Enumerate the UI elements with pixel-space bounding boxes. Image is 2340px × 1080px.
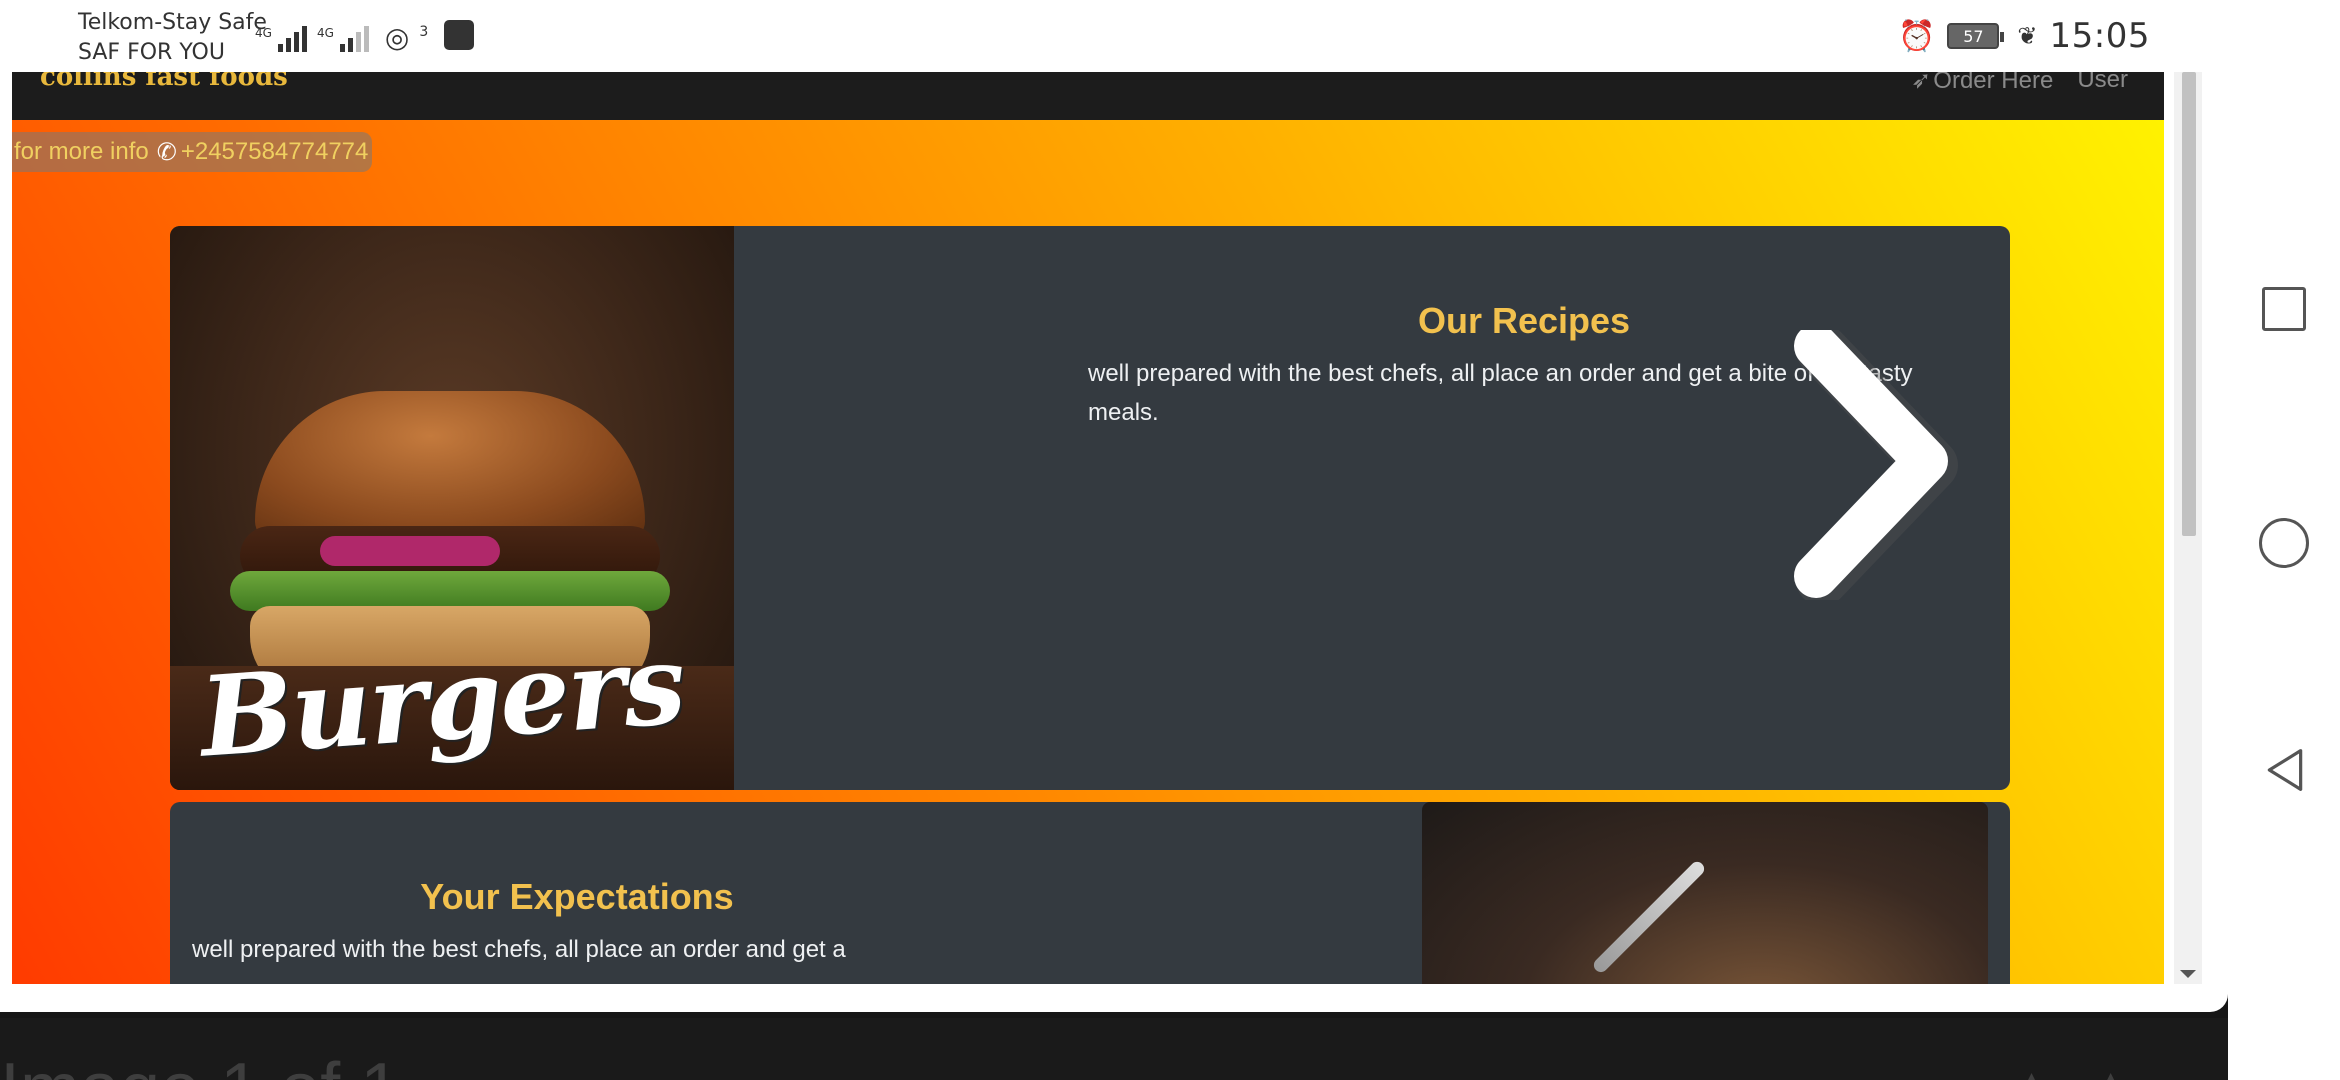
carrier-info: Telkom-Stay Safe SAF FOR YOU [78, 8, 267, 68]
clock: 15:05 [2049, 16, 2150, 56]
order-here-link[interactable]: ➶Order Here [1911, 72, 2053, 95]
site-navbar: collins fast foods ➶Order Here User [12, 72, 2164, 120]
home-icon[interactable] [2259, 518, 2309, 568]
app-window: Telkom-Stay Safe SAF FOR YOU 4G 4G ◎ 3 ⏰… [0, 0, 2228, 1012]
battery-icon: 57 [1947, 23, 2005, 49]
huawei-store-icon [444, 20, 475, 50]
phone-icon: ✆ [156, 138, 177, 166]
alarm-icon: ⏰ [1898, 18, 1936, 54]
carousel-next-icon[interactable] [1782, 330, 1972, 600]
leaf-icon: ❦ [2017, 22, 2038, 50]
order-here-label: Order Here [1933, 72, 2054, 94]
signal-icon: 4G [255, 26, 307, 52]
hero-section: for more info ✆ +2457584774774 Burgers O… [12, 120, 2164, 984]
webview: collins fast foods ➶Order Here User for … [12, 72, 2214, 984]
food-image [1422, 802, 1988, 984]
slide-text: Your Expectations well prepared with the… [192, 876, 972, 969]
user-link[interactable]: User [2077, 72, 2128, 95]
signal-area: 4G 4G ◎ 3 [255, 16, 475, 54]
battery-level: 57 [1963, 26, 1984, 46]
image-counter: Image 1 of 1 [0, 1048, 400, 1080]
viewer-nav-arrows-icon[interactable]: ▲▲ [2010, 1058, 2168, 1080]
network-type: 4G [316, 26, 334, 40]
status-bar: Telkom-Stay Safe SAF FOR YOU 4G 4G ◎ 3 ⏰… [0, 0, 2228, 72]
scroll-thumb[interactable] [2182, 72, 2196, 536]
hotspot-icon: ◎ [384, 21, 410, 54]
contact-phone[interactable]: +2457584774774 [181, 138, 369, 166]
image-viewer-footer: Image 1 of 1 ▲▲ [0, 1018, 2228, 1080]
hotspot-count: 3 [419, 24, 429, 40]
back-icon[interactable] [2262, 747, 2308, 793]
nav-links: ➶Order Here User [1911, 72, 2128, 95]
scroll-down-icon[interactable] [2180, 970, 2196, 978]
contact-info-label: for more info [14, 138, 149, 165]
rocket-icon: ➶ [1911, 72, 1932, 94]
carrier-name: Telkom-Stay Safe [78, 10, 267, 35]
status-right: ⏰ 57 ❦ 15:05 [1898, 12, 2150, 60]
carousel-slide-recipes: Burgers Our Recipes well prepared with t… [170, 226, 2010, 790]
signal-icon: 4G [317, 26, 369, 52]
slide-title: Your Expectations [420, 876, 734, 917]
recent-apps-icon[interactable] [2262, 287, 2306, 331]
network-type: 4G [255, 26, 272, 40]
burger-image: Burgers [170, 226, 734, 790]
system-navigation-bar [2228, 0, 2340, 1080]
carousel-slide-expectations: Your Expectations well prepared with the… [170, 802, 2010, 984]
slide-description: well prepared with the best chefs, all p… [192, 936, 846, 963]
site-brand[interactable]: collins fast foods [40, 72, 288, 92]
contact-info-badge: for more info ✆ +2457584774774 [12, 132, 373, 172]
carrier-subtitle: SAF FOR YOU [78, 40, 225, 65]
vertical-scrollbar[interactable] [2174, 72, 2202, 984]
